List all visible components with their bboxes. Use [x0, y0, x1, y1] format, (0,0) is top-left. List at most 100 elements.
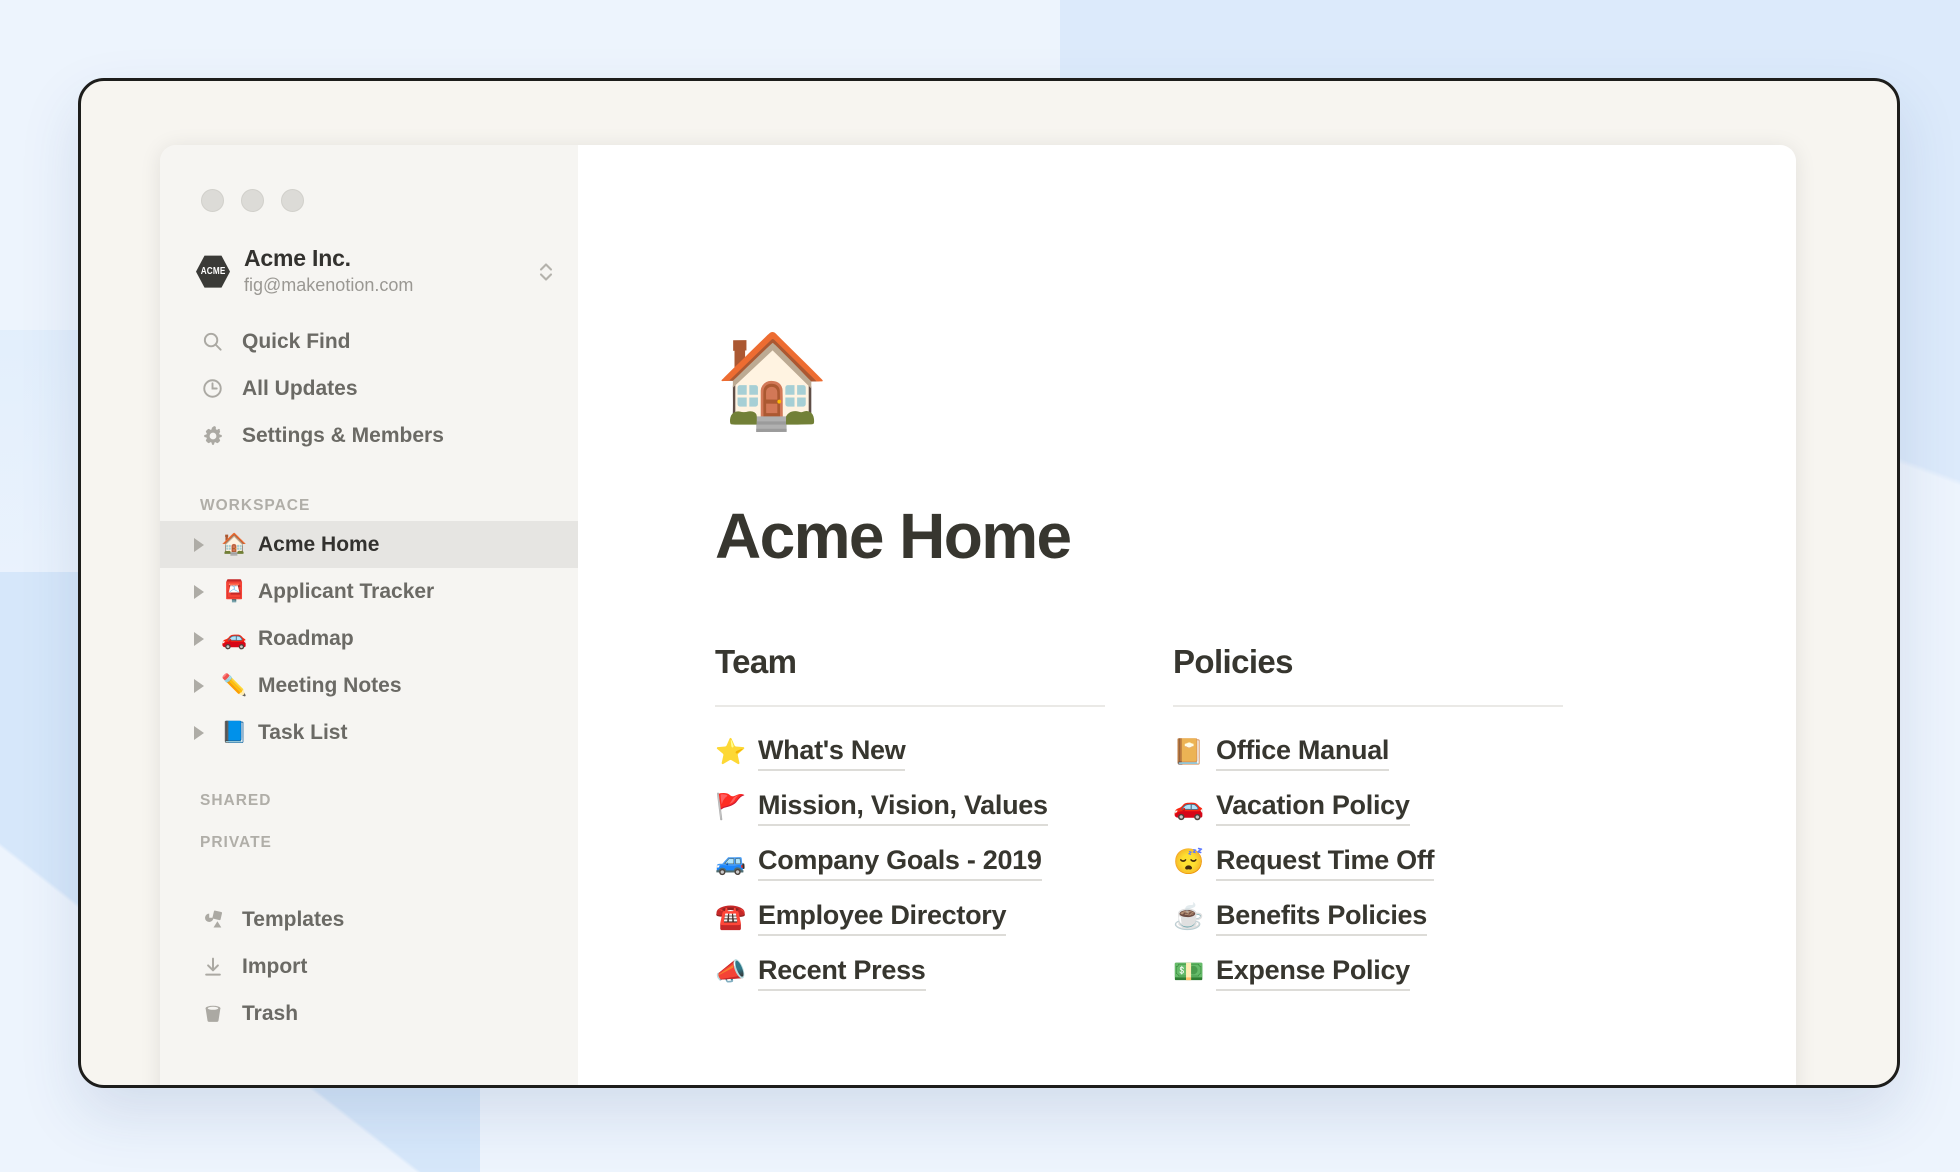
page-emoji-icon: ✏️	[221, 674, 248, 698]
sidebar-page-label: Applicant Tracker	[258, 579, 435, 603]
nav-item-label: Trash	[242, 1001, 299, 1025]
disclosure-triangle-icon[interactable]	[188, 675, 210, 697]
utility-nav: Templates Import Trash	[160, 896, 578, 1037]
disclosure-triangle-icon[interactable]	[188, 581, 210, 603]
clock-icon	[200, 376, 225, 401]
page-link-label[interactable]: Expense Policy	[1216, 955, 1410, 991]
page-link-mission-vision-values[interactable]: 🚩 Mission, Vision, Values	[715, 780, 1105, 835]
content-columns: Team ⭐ What's New 🚩 Mission, Vision, Val…	[715, 643, 1796, 1000]
sidebar-page-label: Task List	[258, 720, 348, 744]
page-link-label[interactable]: Request Time Off	[1216, 845, 1435, 881]
nav-item-trash[interactable]: Trash	[160, 990, 578, 1037]
link-list-team: ⭐ What's New 🚩 Mission, Vision, Values 🚙…	[715, 725, 1105, 1000]
nav-item-settings-members[interactable]: Settings & Members	[160, 412, 578, 459]
page-link-label[interactable]: Vacation Policy	[1216, 790, 1410, 826]
link-emoji-icon: 🚙	[715, 848, 747, 877]
link-emoji-icon: 💵	[1173, 958, 1205, 987]
gear-icon	[200, 423, 225, 448]
workspace-page-list: 🏠 Acme Home 📮 Applicant Tracker 🚗 Roadma…	[160, 521, 578, 756]
page-emoji-icon: 🚗	[221, 627, 248, 651]
chevron-up-down-icon[interactable]	[536, 257, 556, 287]
page-link-vacation-policy[interactable]: 🚗 Vacation Policy	[1173, 780, 1563, 835]
page-title: Acme Home	[715, 500, 1072, 572]
nav-item-label: Import	[242, 954, 308, 978]
page-link-employee-directory[interactable]: ☎️ Employee Directory	[715, 890, 1105, 945]
page-link-expense-policy[interactable]: 💵 Expense Policy	[1173, 945, 1563, 1000]
link-emoji-icon: ☕	[1173, 903, 1205, 932]
workspace-name: Acme Inc.	[244, 245, 351, 271]
link-emoji-icon: 🚗	[1173, 793, 1205, 822]
workspace-avatar-label: ACME	[200, 266, 226, 278]
nav-item-label: Settings & Members	[242, 423, 444, 447]
column-team: Team ⭐ What's New 🚩 Mission, Vision, Val…	[715, 643, 1105, 1000]
nav-item-all-updates[interactable]: All Updates	[160, 365, 578, 412]
column-heading: Policies	[1173, 643, 1294, 681]
nav-item-import[interactable]: Import	[160, 943, 578, 990]
search-icon	[200, 329, 225, 354]
device-frame: ACME Acme Inc. fig@makenotion.com Quick …	[78, 78, 1900, 1088]
sidebar-page-meeting-notes[interactable]: ✏️ Meeting Notes	[160, 662, 578, 709]
column-divider	[715, 705, 1105, 708]
sidebar-page-roadmap[interactable]: 🚗 Roadmap	[160, 615, 578, 662]
section-label-workspace: WORKSPACE	[200, 497, 311, 515]
page-link-label[interactable]: Recent Press	[758, 955, 926, 991]
templates-icon	[200, 907, 225, 932]
column-policies: Policies 📔 Office Manual 🚗 Vacation Poli…	[1173, 643, 1563, 1000]
sidebar-page-label: Acme Home	[258, 532, 380, 556]
page-emoji-icon: 🏠	[221, 533, 248, 557]
page-link-label[interactable]: Office Manual	[1216, 735, 1389, 771]
sidebar-page-acme-home[interactable]: 🏠 Acme Home	[160, 521, 578, 569]
sidebar: ACME Acme Inc. fig@makenotion.com Quick …	[160, 145, 578, 1085]
link-emoji-icon: 📔	[1173, 738, 1205, 767]
link-list-policies: 📔 Office Manual 🚗 Vacation Policy 😴 Requ…	[1173, 725, 1563, 1000]
window-minimize-button[interactable]	[241, 189, 264, 212]
nav-item-label: All Updates	[242, 376, 358, 400]
page-link-office-manual[interactable]: 📔 Office Manual	[1173, 725, 1563, 780]
page-hero-emoji[interactable]: 🏠	[715, 335, 1796, 435]
disclosure-triangle-icon[interactable]	[188, 534, 210, 556]
import-icon	[200, 954, 225, 979]
page-link-label[interactable]: Benefits Policies	[1216, 900, 1427, 936]
window-close-button[interactable]	[201, 189, 224, 212]
link-emoji-icon: 📣	[715, 958, 747, 987]
column-divider	[1173, 705, 1563, 708]
page-link-whats-new[interactable]: ⭐ What's New	[715, 725, 1105, 780]
window-traffic-lights	[160, 145, 578, 212]
disclosure-triangle-icon[interactable]	[188, 628, 210, 650]
page-link-request-time-off[interactable]: 😴 Request Time Off	[1173, 835, 1563, 890]
nav-item-templates[interactable]: Templates	[160, 896, 578, 943]
sidebar-page-applicant-tracker[interactable]: 📮 Applicant Tracker	[160, 568, 578, 615]
page-link-label[interactable]: Employee Directory	[758, 900, 1007, 936]
page-content: 🏠 Acme Home Team ⭐ What's New 🚩 Mission,…	[578, 145, 1796, 1085]
page-emoji-icon: 📘	[221, 721, 248, 745]
sidebar-page-label: Roadmap	[258, 626, 354, 650]
app-window: ACME Acme Inc. fig@makenotion.com Quick …	[160, 145, 1796, 1085]
nav-item-label: Quick Find	[242, 329, 351, 353]
trash-icon	[200, 1001, 225, 1026]
page-link-recent-press[interactable]: 📣 Recent Press	[715, 945, 1105, 1000]
page-link-label[interactable]: Mission, Vision, Values	[758, 790, 1048, 826]
section-label-private: PRIVATE	[200, 834, 272, 852]
workspace-switcher-row[interactable]: ACME Acme Inc. fig@makenotion.com	[160, 212, 578, 298]
workspace-email: fig@makenotion.com	[244, 275, 414, 296]
nav-item-quick-find[interactable]: Quick Find	[160, 318, 578, 365]
link-emoji-icon: 😴	[1173, 848, 1205, 877]
workspace-identity: Acme Inc. fig@makenotion.com	[244, 245, 522, 298]
sidebar-page-label: Meeting Notes	[258, 673, 402, 697]
page-link-label[interactable]: What's New	[758, 735, 906, 771]
link-emoji-icon: 🚩	[715, 793, 747, 822]
workspace-avatar: ACME	[196, 255, 230, 289]
disclosure-triangle-icon[interactable]	[188, 722, 210, 744]
section-label-shared: SHARED	[200, 792, 272, 810]
link-emoji-icon: ☎️	[715, 903, 747, 932]
sidebar-page-task-list[interactable]: 📘 Task List	[160, 709, 578, 756]
page-link-benefits-policies[interactable]: ☕ Benefits Policies	[1173, 890, 1563, 945]
column-heading: Team	[715, 643, 797, 681]
page-link-company-goals[interactable]: 🚙 Company Goals - 2019	[715, 835, 1105, 890]
nav-item-label: Templates	[242, 907, 345, 931]
window-maximize-button[interactable]	[281, 189, 304, 212]
primary-nav: Quick Find All Updates Settings & Member…	[160, 318, 578, 459]
link-emoji-icon: ⭐	[715, 738, 747, 767]
page-emoji-icon: 📮	[221, 580, 248, 604]
page-link-label[interactable]: Company Goals - 2019	[758, 845, 1042, 881]
